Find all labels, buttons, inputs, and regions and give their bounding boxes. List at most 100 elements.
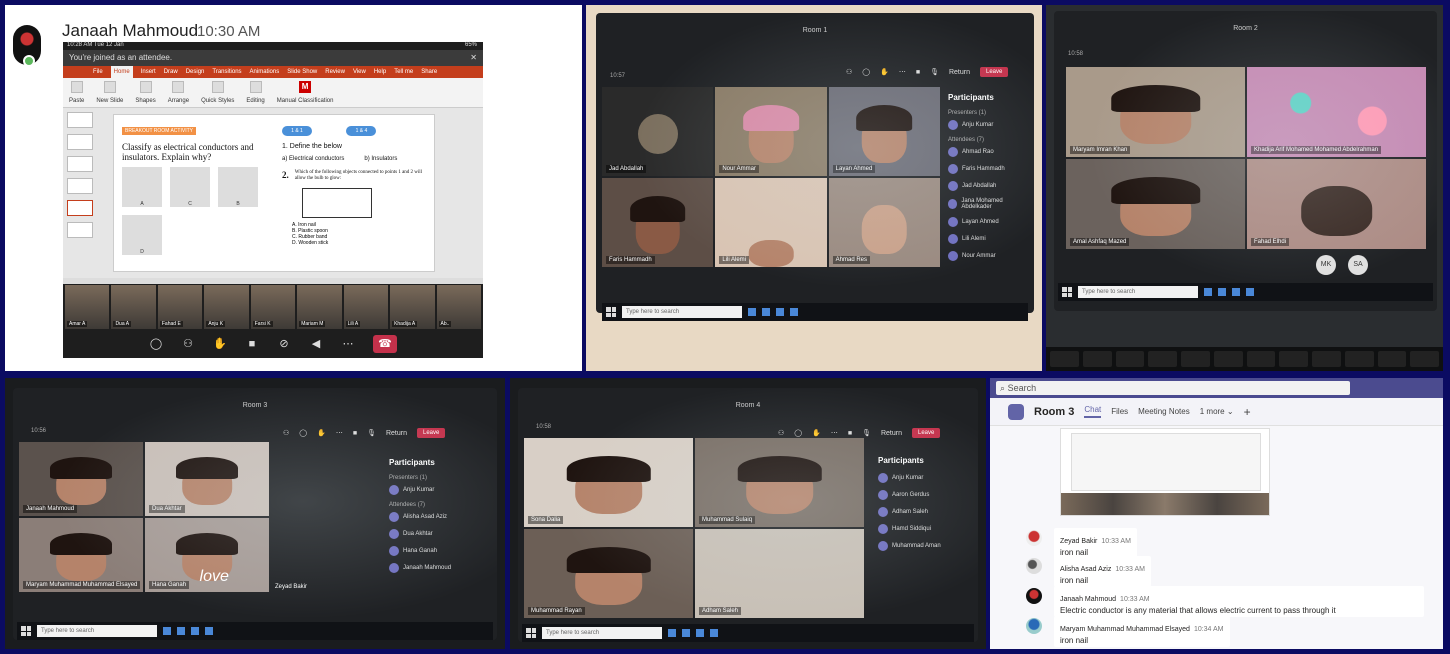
- participants-icon[interactable]: ⚇: [846, 68, 852, 76]
- windows-logo-icon[interactable]: [21, 626, 31, 636]
- participant-row[interactable]: Muhammad Aman: [878, 541, 974, 551]
- video-tile[interactable]: Muhammad Rayan: [524, 529, 693, 618]
- ribbon-tab-transitions[interactable]: Transitions: [212, 66, 241, 78]
- ribbon-tab-review[interactable]: Review: [325, 66, 345, 78]
- slide-thumbnail[interactable]: [67, 112, 93, 128]
- video-tile[interactable]: Amar A: [65, 285, 110, 329]
- participant-row[interactable]: Anju Kumar: [878, 473, 974, 483]
- participants-icon[interactable]: ⚇: [181, 337, 195, 351]
- raise-hand-icon[interactable]: ✋: [317, 429, 326, 437]
- participant-row[interactable]: Faris Hammadh: [948, 164, 1030, 174]
- manual-classification-button[interactable]: M Manual Classification: [277, 81, 333, 104]
- slide-thumbnail[interactable]: [67, 178, 93, 194]
- slide-canvas[interactable]: BREAKOUT ROOM ACTIVITY Classify as elect…: [113, 114, 435, 272]
- video-tile[interactable]: Mariam M: [297, 285, 342, 329]
- app-icon[interactable]: [1204, 288, 1212, 296]
- video-tile[interactable]: Maryam Imran Khan: [1066, 67, 1245, 157]
- video-tile[interactable]: Amal Ashfaq Mazed: [1066, 159, 1245, 249]
- video-tile[interactable]: Adham Saleh: [695, 529, 864, 618]
- video-tile[interactable]: Maryam Muhammad Muhammad Elsayed: [19, 518, 143, 592]
- app-icon[interactable]: [1232, 288, 1240, 296]
- camera-icon[interactable]: ■: [245, 337, 259, 351]
- slide-thumbnail-selected[interactable]: [67, 200, 93, 216]
- app-icon[interactable]: [790, 308, 798, 316]
- participant-row[interactable]: Anju Kumar: [389, 485, 489, 495]
- app-icon[interactable]: [163, 627, 171, 635]
- ribbon-tab-home[interactable]: Home: [110, 66, 133, 78]
- participant-row[interactable]: Jad Abdallah: [948, 181, 1030, 191]
- slide-thumbnail[interactable]: [67, 134, 93, 150]
- avatar-mk[interactable]: MK: [1316, 255, 1336, 275]
- video-tile[interactable]: Farsi K: [250, 285, 296, 329]
- more-options-icon[interactable]: ⋯: [336, 429, 343, 437]
- video-tile[interactable]: Faris Hammadh: [602, 178, 714, 267]
- raise-hand-icon[interactable]: ✋: [213, 337, 227, 351]
- participant-row[interactable]: Jana Mohamed Abdelkader: [948, 198, 1030, 210]
- chat-icon[interactable]: ◯: [149, 337, 163, 351]
- tab-chat[interactable]: Chat: [1084, 405, 1102, 418]
- more-options-icon[interactable]: ⋯: [899, 68, 906, 76]
- tab-more[interactable]: 1 more ⌄: [1200, 407, 1234, 416]
- slide-thumbnail[interactable]: [67, 156, 93, 172]
- ribbon-tab-design[interactable]: Design: [186, 66, 205, 78]
- mic-off-icon[interactable]: ⊘: [277, 337, 291, 351]
- shared-screenshot-image[interactable]: [1060, 428, 1270, 516]
- taskbar-search[interactable]: Type here to search: [1078, 286, 1198, 298]
- video-tile[interactable]: Nour Ammar: [715, 87, 827, 176]
- video-tile[interactable]: love Hana Ganah: [145, 518, 269, 592]
- close-icon[interactable]: ✕: [470, 50, 477, 66]
- ribbon-tab-view[interactable]: View: [353, 66, 366, 78]
- ribbon-tab-insert[interactable]: Insert: [141, 66, 156, 78]
- participant-row[interactable]: Hamd Siddiqui: [878, 524, 974, 534]
- arrange-button[interactable]: Arrange: [168, 81, 189, 104]
- video-tile[interactable]: Ahmad Res: [828, 178, 940, 267]
- ribbon-tab-slideshow[interactable]: Slide Show: [287, 66, 317, 78]
- participant-row[interactable]: Dua Akhtar: [389, 529, 489, 539]
- app-icon[interactable]: [177, 627, 185, 635]
- taskbar-search[interactable]: Type here to search: [37, 625, 157, 637]
- participant-row[interactable]: Aaron Gerdus: [878, 490, 974, 500]
- app-icon[interactable]: [748, 308, 756, 316]
- app-icon[interactable]: [1246, 288, 1254, 296]
- avatar-sa[interactable]: SA: [1348, 255, 1368, 275]
- video-tile[interactable]: Fahad E: [157, 285, 203, 329]
- hang-up-button[interactable]: ☎: [373, 335, 397, 353]
- tab-files[interactable]: Files: [1111, 407, 1128, 416]
- tab-meeting-notes[interactable]: Meeting Notes: [1138, 407, 1190, 416]
- app-icon[interactable]: [191, 627, 199, 635]
- camera-icon[interactable]: ■: [353, 430, 357, 437]
- app-icon[interactable]: [762, 308, 770, 316]
- app-icon[interactable]: [682, 629, 690, 637]
- leave-button[interactable]: Leave: [416, 428, 446, 438]
- participant-row[interactable]: Anju Kumar: [948, 120, 1030, 130]
- return-button[interactable]: Return: [881, 430, 902, 437]
- video-tile[interactable]: Anju K: [204, 285, 249, 329]
- raise-hand-icon[interactable]: ✋: [880, 68, 889, 76]
- editing-button[interactable]: Editing: [246, 81, 265, 104]
- app-icon[interactable]: [205, 627, 213, 635]
- leave-button[interactable]: Leave: [911, 428, 941, 438]
- speaker-icon[interactable]: ◀: [309, 337, 323, 351]
- chat-icon[interactable]: ◯: [862, 68, 870, 76]
- chat-icon[interactable]: ◯: [794, 429, 802, 437]
- ribbon-tab-draw[interactable]: Draw: [164, 66, 178, 78]
- app-icon[interactable]: [710, 629, 718, 637]
- app-icon[interactable]: [696, 629, 704, 637]
- new-slide-button[interactable]: New Slide: [96, 81, 123, 104]
- mic-icon[interactable]: 🎙: [367, 429, 376, 437]
- mic-icon[interactable]: 🎙: [930, 68, 939, 76]
- ribbon-tab-animations[interactable]: Animations: [250, 66, 280, 78]
- camera-icon[interactable]: ■: [916, 69, 920, 76]
- participant-row[interactable]: Layan Ahmed: [948, 217, 1030, 227]
- video-tile[interactable]: Muhammad Sulaiq: [695, 438, 864, 527]
- video-tile[interactable]: Ab..: [436, 285, 481, 329]
- leave-button[interactable]: Leave: [979, 67, 1009, 77]
- more-options-icon[interactable]: ⋯: [341, 337, 355, 351]
- video-tile[interactable]: Lili A: [343, 285, 389, 329]
- ribbon-tab-file[interactable]: File: [93, 66, 103, 78]
- app-icon[interactable]: [776, 308, 784, 316]
- raise-hand-icon[interactable]: ✋: [812, 429, 821, 437]
- video-tile[interactable]: Janaah Mahmoud: [19, 442, 143, 516]
- mic-icon[interactable]: 🎙: [862, 429, 871, 437]
- video-tile[interactable]: Dua A: [111, 285, 156, 329]
